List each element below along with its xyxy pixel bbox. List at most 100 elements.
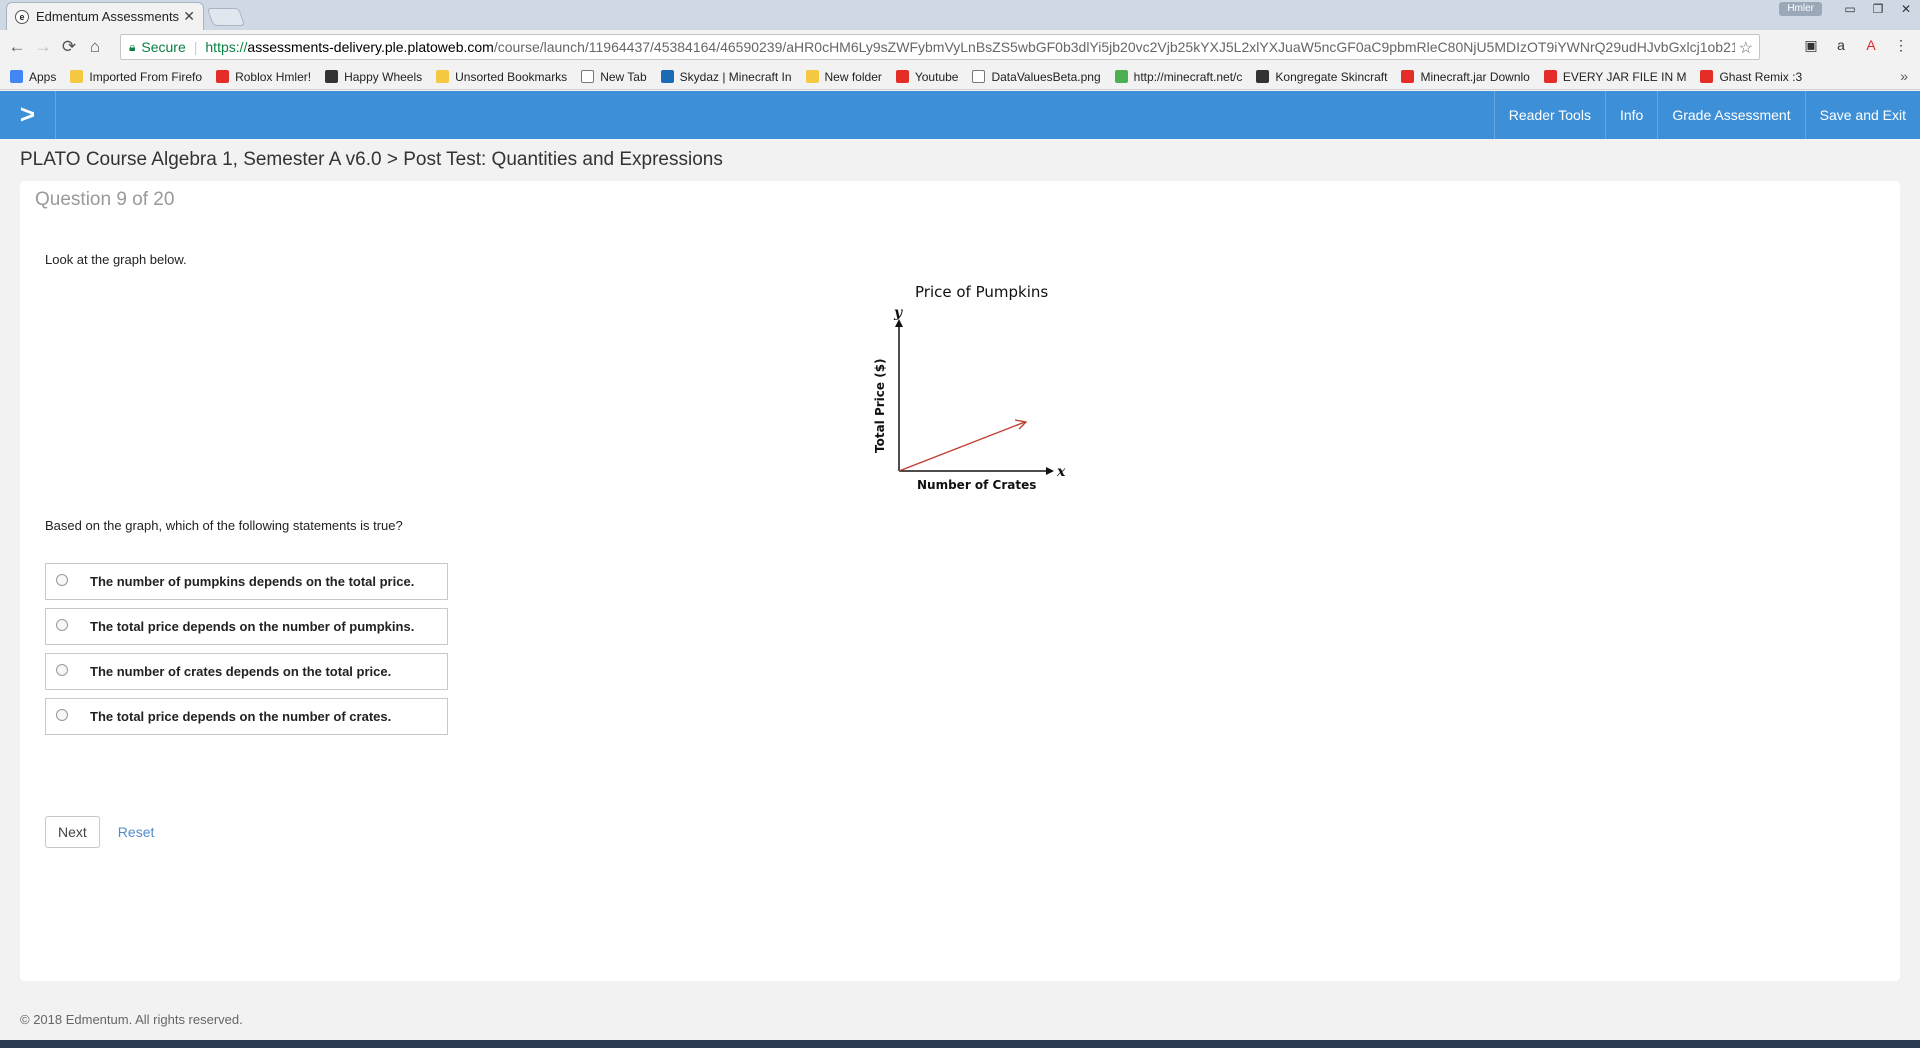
bookmark-label: Ghast Remix :3 (1719, 69, 1803, 84)
folder-icon (805, 70, 819, 83)
x-axis-letter: x (1056, 464, 1066, 480)
next-button[interactable]: Next (45, 816, 100, 848)
bookmark-star-icon[interactable]: ☆ (1734, 38, 1753, 58)
folder-icon (70, 70, 84, 83)
answer-option[interactable]: The number of pumpkins depends on the to… (45, 563, 448, 600)
menu-kebab-icon[interactable]: ⋮ (1892, 36, 1910, 54)
bookmark-label: New folder (824, 69, 882, 84)
bookmark-label: Youtube (914, 69, 959, 84)
forward-icon[interactable]: → (30, 37, 56, 57)
radio-button[interactable] (56, 619, 68, 631)
bookmarks-bar: Apps Imported From Firefo Roblox Hmler! Hap… (0, 64, 1920, 90)
page-icon (972, 70, 986, 83)
bookmark-label: http://minecraft.net/c (1133, 69, 1243, 84)
page-icon (581, 70, 595, 83)
extension-cast-icon[interactable]: ▣ (1802, 36, 1820, 54)
y-axis-label: Total Price ($) (873, 358, 887, 453)
bookmark-label: Minecraft.jar Downlo (1420, 69, 1530, 84)
series-line (898, 421, 1026, 472)
close-window-icon[interactable]: ✕ (1892, 0, 1920, 20)
price-graph: Price of Pumpkins y x Total Price ($) Nu… (873, 283, 1066, 492)
radio-button[interactable] (56, 664, 68, 676)
bookmark-label: EVERY JAR FILE IN M (1562, 69, 1687, 84)
question-prompt: Look at the graph below. (45, 252, 187, 267)
reader-tools-button[interactable]: Reader Tools (1493, 91, 1605, 139)
question-card: Question 9 of 20 Look at the graph below… (20, 181, 1900, 981)
browser-tab[interactable]: e Edmentum Assessments ✕ (6, 2, 204, 30)
apps-icon (10, 70, 23, 83)
bookmark-item[interactable]: Roblox Hmler! (216, 70, 311, 84)
skydaz-icon (660, 70, 674, 83)
security-label: Secure (141, 39, 186, 55)
bookmark-label: Kongregate Skincraft (1275, 69, 1388, 84)
minimize-icon[interactable]: ▭ (1836, 0, 1864, 20)
url-path: /course/launch/11964437/45384164/4659023… (493, 39, 1742, 55)
extension-amazon-icon[interactable]: a (1832, 36, 1850, 54)
bookmark-label: Skydaz | Minecraft In (679, 69, 792, 84)
bookmark-label: Apps (29, 69, 57, 84)
kongregate-icon (1256, 70, 1270, 83)
breadcrumb: PLATO Course Algebra 1, Semester A v6.0 … (20, 149, 723, 170)
bookmark-item[interactable]: Apps (10, 70, 56, 84)
bookmark-item[interactable]: http://minecraft.net/c (1114, 69, 1243, 84)
minecraft-icon (1114, 70, 1128, 83)
chevron-right-icon: > (19, 99, 36, 129)
home-icon[interactable]: ⌂ (82, 37, 108, 57)
youtube-icon (1700, 70, 1714, 83)
answer-option[interactable]: The number of crates depends on the tota… (45, 653, 448, 690)
menu-toggle-button[interactable]: > (0, 91, 56, 139)
reload-icon[interactable]: ⟳ (56, 37, 82, 57)
grade-assessment-button[interactable]: Grade Assessment (1657, 91, 1804, 139)
tab-close-icon[interactable]: ✕ (183, 8, 195, 25)
address-bar-row: ← → ⟳ ⌂ 🔒︎ Secure | https:// assessments… (0, 30, 1920, 64)
x-axis-label: Number of Crates (917, 478, 1036, 492)
bookmarks-overflow-icon[interactable]: » (1900, 68, 1908, 84)
youtube-icon (895, 70, 909, 83)
extension-adobe-icon[interactable]: A (1862, 36, 1880, 54)
edmentum-favicon-icon: e (15, 9, 29, 24)
url-input[interactable]: 🔒︎ Secure | https:// assessments-deliver… (120, 34, 1760, 60)
new-tab-button[interactable] (206, 8, 246, 26)
x-axis-arrow-icon (1046, 467, 1054, 475)
save-and-exit-button[interactable]: Save and Exit (1804, 91, 1920, 139)
lock-icon: 🔒︎ (129, 39, 136, 54)
bookmark-item[interactable]: New Tab (581, 70, 647, 84)
bookmark-label: DataValuesBeta.png (991, 69, 1101, 84)
answer-option[interactable]: The total price depends on the number of… (45, 698, 448, 735)
answer-option[interactable]: The total price depends on the number of… (45, 608, 448, 645)
assessment-toolbar: Reader Tools Info Grade Assessment Save … (1493, 91, 1920, 139)
bookmark-item[interactable]: Imported From Firefo (70, 70, 202, 84)
bookmark-item[interactable]: Ghast Remix :3 (1700, 70, 1802, 84)
youtube-icon (1401, 70, 1415, 83)
answer-option-label: The total price depends on the number of… (90, 619, 415, 634)
bookmark-label: Imported From Firefo (89, 69, 203, 84)
bookmark-item[interactable]: EVERY JAR FILE IN M (1543, 69, 1687, 84)
answer-option-label: The number of pumpkins depends on the to… (90, 574, 415, 589)
bookmark-item[interactable]: New folder (805, 69, 882, 84)
radio-button[interactable] (56, 574, 68, 586)
series-arrow-icon (1014, 419, 1028, 430)
footer-copyright: © 2018 Edmentum. All rights reserved. (20, 1012, 243, 1027)
back-icon[interactable]: ← (4, 37, 30, 57)
youtube-icon (1543, 70, 1557, 83)
restore-icon[interactable]: ❐ (1864, 0, 1892, 20)
info-button[interactable]: Info (1604, 91, 1657, 139)
radio-button[interactable] (56, 709, 68, 721)
bookmark-item[interactable]: DataValuesBeta.png (972, 69, 1101, 84)
answer-option-label: The number of crates depends on the tota… (90, 664, 392, 679)
bookmark-item[interactable]: Minecraft.jar Downlo (1401, 69, 1530, 84)
question-number: Question 9 of 20 (35, 189, 175, 210)
os-taskbar (0, 1040, 1920, 1048)
chart-title: Price of Pumpkins (915, 283, 1048, 301)
folder-icon (436, 70, 450, 83)
profile-button[interactable]: Hmler (1779, 2, 1822, 16)
bookmark-item[interactable]: Unsorted Bookmarks (436, 70, 567, 84)
question-stem: Based on the graph, which of the followi… (45, 518, 403, 533)
answer-options: The number of pumpkins depends on the to… (45, 563, 448, 743)
bookmark-label: Unsorted Bookmarks (455, 69, 568, 84)
bookmark-item[interactable]: Kongregate Skincraft (1256, 70, 1387, 84)
bookmark-item[interactable]: Happy Wheels (325, 70, 422, 84)
bookmark-item[interactable]: Skydaz | Minecraft In (660, 69, 792, 84)
reset-link[interactable]: Reset (118, 824, 155, 840)
bookmark-item[interactable]: Youtube (895, 69, 959, 84)
